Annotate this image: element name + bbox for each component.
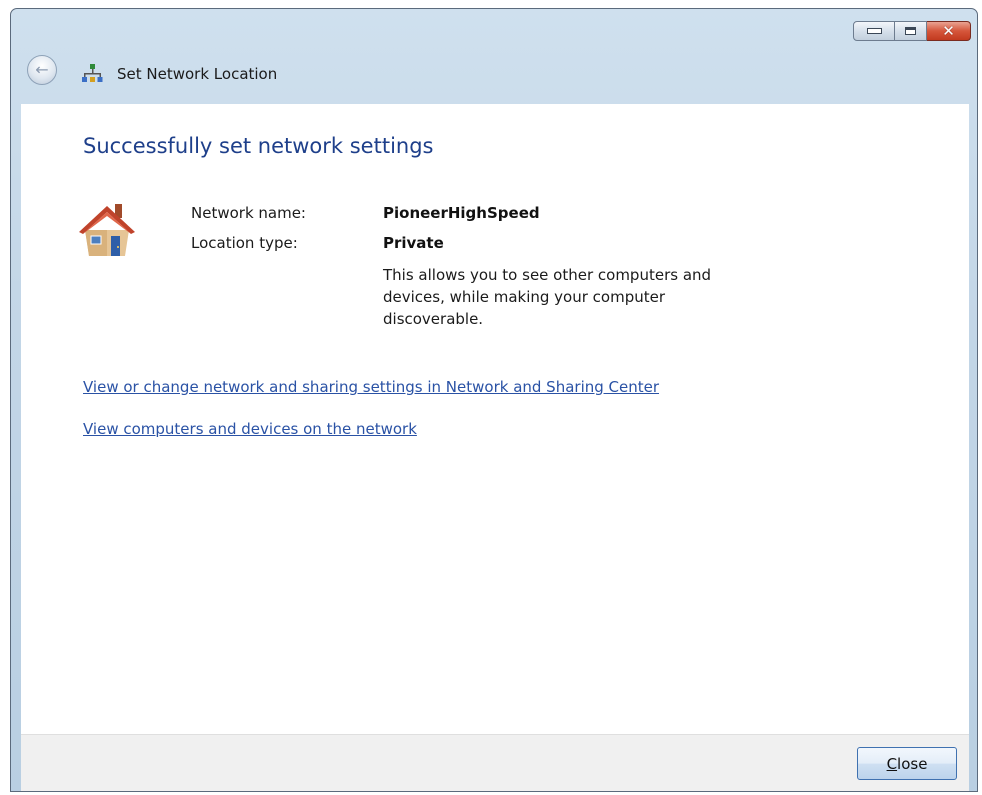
location-description: This allows you to see other computers a…: [383, 266, 712, 328]
page-heading: Successfully set network settings: [83, 134, 434, 158]
view-computers-link[interactable]: View computers and devices on the networ…: [83, 420, 417, 438]
close-icon: ✕: [942, 21, 955, 40]
house-icon: [79, 204, 135, 256]
maximize-icon: [905, 27, 916, 35]
network-icon: [82, 64, 103, 82]
close-label-rest: lose: [897, 754, 928, 773]
dialog-footer: Close: [21, 734, 969, 791]
caption-buttons: ✕: [853, 21, 971, 41]
network-name-value: PioneerHighSpeed: [383, 204, 540, 222]
minimize-button[interactable]: [853, 21, 895, 41]
network-sharing-center-link[interactable]: View or change network and sharing setti…: [83, 378, 659, 396]
network-name-label: Network name:: [191, 204, 306, 222]
content-area: Successfully set network settings Networ…: [21, 104, 969, 734]
back-button[interactable]: ←: [27, 55, 57, 85]
close-button[interactable]: Close: [857, 747, 957, 780]
close-accelerator: C: [886, 754, 898, 773]
window-title: Set Network Location: [117, 65, 278, 83]
close-window-button[interactable]: ✕: [927, 21, 971, 41]
location-type-value: Private: [383, 234, 444, 252]
minimize-icon: [866, 28, 882, 34]
maximize-button[interactable]: [895, 21, 927, 41]
back-arrow-icon: ←: [35, 60, 49, 79]
dialog-window: ✕ ← Set Network Location Successfully se…: [10, 8, 978, 792]
location-type-label: Location type:: [191, 234, 298, 252]
title-bar: ✕ ← Set Network Location: [11, 9, 977, 104]
